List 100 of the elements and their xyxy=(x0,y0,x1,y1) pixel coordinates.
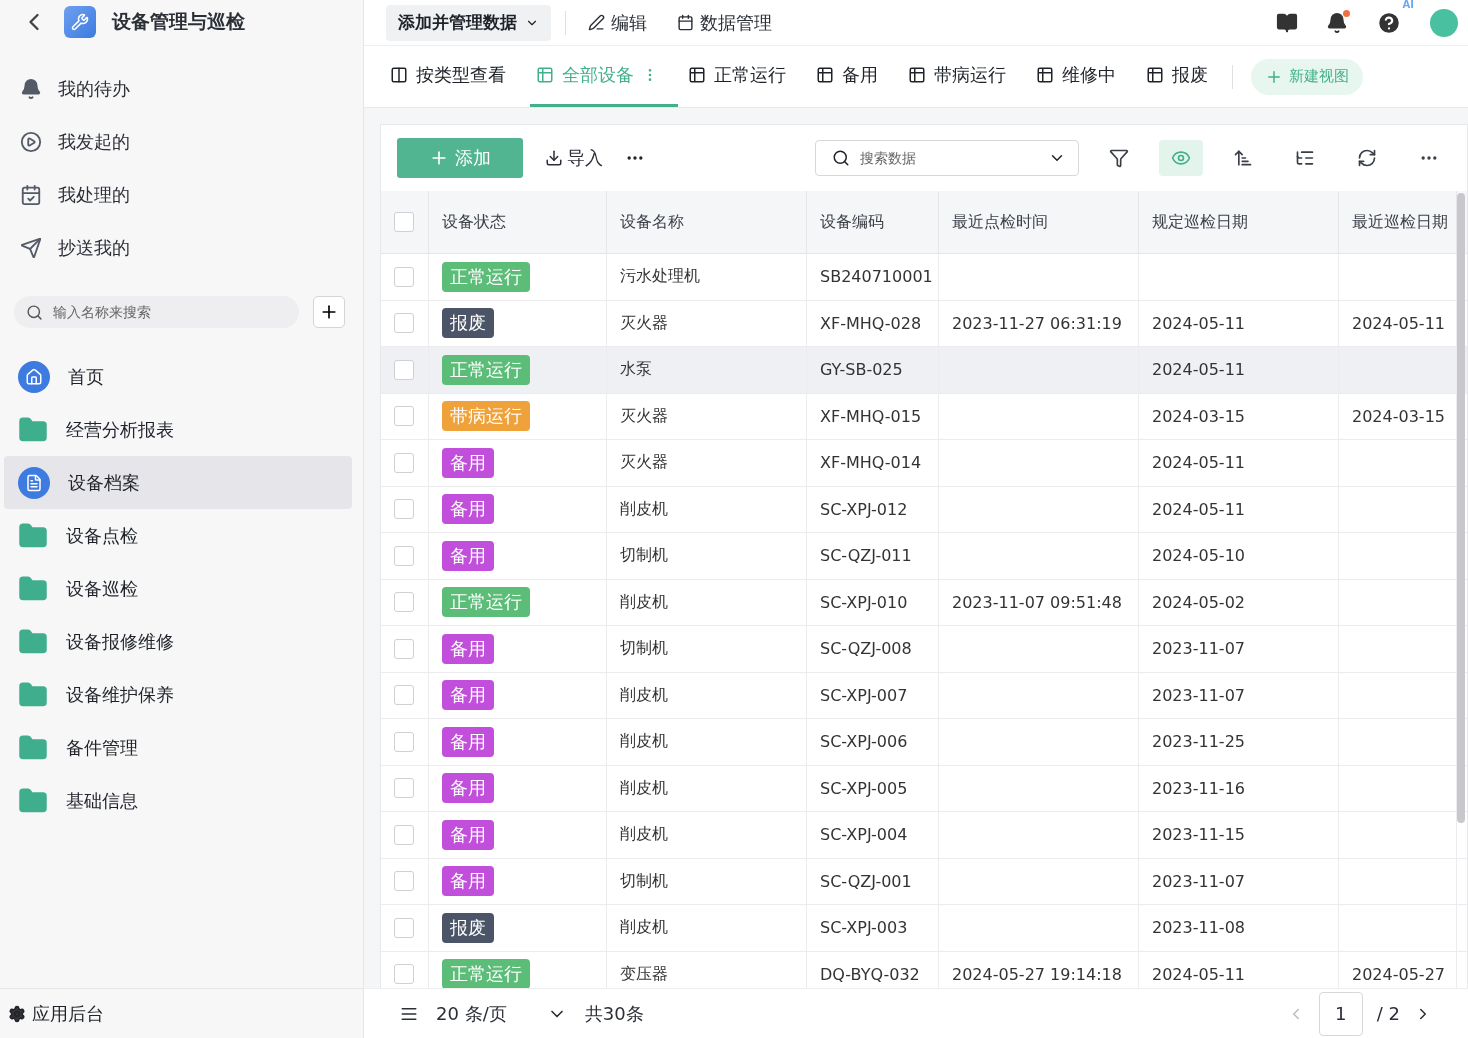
table-cell: 2024-05-02 xyxy=(1152,592,1245,612)
sidebar-search-field[interactable]: 输入名称来搜索 xyxy=(14,296,299,328)
settings-icon xyxy=(8,1004,26,1023)
row-checkbox[interactable] xyxy=(394,545,414,566)
select-all-checkbox[interactable] xyxy=(394,212,414,232)
view-tab[interactable]: 按类型查看 xyxy=(384,46,526,107)
table-cell: 2023-11-07 xyxy=(1152,639,1245,659)
table-cell: 2024-05-11 xyxy=(1152,499,1245,519)
view-tab[interactable]: 正常运行 xyxy=(682,46,806,107)
data-menu-button[interactable]: 添加并管理数据 xyxy=(386,4,551,41)
table-cell: 2024-05-10 xyxy=(1152,546,1245,566)
add-button[interactable] xyxy=(313,296,345,328)
page-size-select[interactable]: 20 条/页 xyxy=(436,1001,567,1026)
table-cell: 2023-11-27 06:31:19 xyxy=(952,313,1122,333)
table-cell: SC-XPJ-003 xyxy=(820,918,908,938)
status-tag: 正常运行 xyxy=(442,959,530,988)
status-tag: 备用 xyxy=(442,866,494,897)
table-cell: 切制机 xyxy=(620,545,668,567)
column-header[interactable]: 规定巡检日期 xyxy=(1152,211,1248,233)
row-checkbox[interactable] xyxy=(394,313,414,334)
row-checkbox[interactable] xyxy=(394,824,414,845)
nav-item[interactable]: 设备点检 xyxy=(66,523,138,548)
search-input[interactable]: 搜索数据 xyxy=(858,149,1040,167)
column-header[interactable]: 设备编码 xyxy=(820,211,884,233)
nav-item[interactable]: 设备维护保养 xyxy=(66,682,174,707)
table-row[interactable]: 正常运行 水泵 GY-SB-025 2024-05-11 xyxy=(381,347,1467,394)
quick-link[interactable]: 抄送我的 xyxy=(58,235,130,260)
table-cell: 变压器 xyxy=(620,963,668,985)
row-checkbox[interactable] xyxy=(394,638,414,659)
table-cell: SB240710001 xyxy=(820,267,933,287)
row-checkbox[interactable] xyxy=(394,917,414,938)
view-tab[interactable]: 带病运行 xyxy=(902,46,1026,107)
eye-icon[interactable] xyxy=(1159,140,1203,176)
row-checkbox[interactable] xyxy=(394,778,414,799)
table-cell: SC-XPJ-004 xyxy=(820,825,908,845)
table-search-field[interactable]: 搜索数据 xyxy=(815,140,1079,176)
status-tag: 报废 xyxy=(442,912,494,943)
nav-item[interactable]: 经营分析报表 xyxy=(66,417,174,442)
nav-item[interactable]: 设备报修维修 xyxy=(66,629,174,654)
column-header[interactable]: 最近点检时间 xyxy=(952,211,1048,233)
view-tab[interactable]: 备用 xyxy=(810,46,898,107)
view-tab[interactable]: 报废 xyxy=(1140,46,1228,107)
table-row[interactable]: 报废 削皮机 SC-XPJ-003 2023-11-08 xyxy=(381,905,1467,952)
import-button[interactable]: 导入 xyxy=(541,142,607,174)
nav-item[interactable]: 首页 xyxy=(68,364,104,389)
table-row[interactable]: 备用 削皮机 SC-XPJ-004 2023-11-15 xyxy=(381,812,1467,859)
row-checkbox[interactable] xyxy=(394,731,414,752)
nav-item[interactable]: 基础信息 xyxy=(66,788,138,813)
row-checkbox[interactable] xyxy=(394,406,414,427)
app-logo-icon xyxy=(64,6,96,38)
table-row[interactable]: 报废 灭火器 XF-MHQ-028 2023-11-27 06:31:19 2024-05-11 2024-05-11 xyxy=(381,300,1467,347)
table-row[interactable]: 正常运行 污水处理机 SB240710001 xyxy=(381,254,1467,301)
view-tab[interactable]: 维修中 xyxy=(1030,46,1136,107)
nav-item[interactable]: 设备巡检 xyxy=(66,576,138,601)
avatar[interactable] xyxy=(1430,8,1458,37)
nav-item[interactable]: 设备档案 xyxy=(68,470,140,495)
row-checkbox[interactable] xyxy=(394,592,414,613)
table-cell: 2024-05-11 xyxy=(1152,964,1245,984)
column-header[interactable]: 设备名称 xyxy=(620,211,684,233)
row-checkbox[interactable] xyxy=(394,266,414,287)
table-cell: 水泵 xyxy=(620,359,652,381)
quick-link[interactable]: 我处理的 xyxy=(58,182,130,207)
header-action[interactable]: 编辑 xyxy=(580,10,655,35)
table-row[interactable]: 正常运行 削皮机 SC-XPJ-010 2023-11-07 09:51:48 2024-05-02 xyxy=(381,579,1467,626)
notification-icon[interactable] xyxy=(1326,11,1348,34)
admin-link[interactable]: 应用后台 xyxy=(32,1001,104,1026)
column-header[interactable]: 最近巡检日期 xyxy=(1352,211,1448,233)
document-icon xyxy=(18,466,50,499)
table-row[interactable]: 备用 削皮机 SC-XPJ-012 2024-05-11 xyxy=(381,486,1467,533)
row-checkbox[interactable] xyxy=(394,964,414,985)
calendar-check-icon xyxy=(20,183,42,206)
row-checkbox[interactable] xyxy=(394,685,414,706)
status-tag: 报废 xyxy=(442,308,494,339)
table-cell: SC-XPJ-010 xyxy=(820,592,908,612)
search-input[interactable]: 输入名称来搜索 xyxy=(51,303,287,321)
table-row[interactable]: 备用 切制机 SC-QZJ-008 2023-11-07 xyxy=(381,626,1467,673)
row-checkbox[interactable] xyxy=(394,871,414,892)
header-action[interactable]: 数据管理 xyxy=(669,10,780,35)
table-cell: 削皮机 xyxy=(620,731,668,753)
bell-icon xyxy=(20,77,42,100)
table-row[interactable]: 带病运行 灭火器 XF-MHQ-015 2024-03-15 2024-03-15 xyxy=(381,393,1467,440)
table-cell: 2024-05-11 xyxy=(1152,453,1245,473)
quick-link[interactable]: 我发起的 xyxy=(58,129,130,154)
table-row[interactable]: 备用 削皮机 SC-XPJ-005 2023-11-16 xyxy=(381,765,1467,812)
table-row[interactable]: 备用 切制机 SC-QZJ-011 2024-05-10 xyxy=(381,533,1467,580)
table-row[interactable]: 备用 削皮机 SC-XPJ-007 2023-11-07 xyxy=(381,672,1467,719)
page-input[interactable]: 1 xyxy=(1318,991,1363,1036)
table-row[interactable]: 备用 切制机 SC-QZJ-001 2023-11-07 xyxy=(381,858,1467,905)
status-tag: 备用 xyxy=(442,773,494,804)
send-icon xyxy=(20,236,42,259)
row-checkbox[interactable] xyxy=(394,359,414,380)
nav-item[interactable]: 备件管理 xyxy=(66,735,138,760)
quick-link[interactable]: 我的待办 xyxy=(58,76,130,101)
table-icon xyxy=(1036,66,1054,84)
table-row[interactable]: 备用 削皮机 SC-XPJ-006 2023-11-25 xyxy=(381,719,1467,766)
row-checkbox[interactable] xyxy=(394,499,414,520)
column-header[interactable]: 设备状态 xyxy=(442,211,506,233)
table-row[interactable]: 备用 灭火器 XF-MHQ-014 2024-05-11 xyxy=(381,440,1467,487)
row-checkbox[interactable] xyxy=(394,452,414,473)
book-icon[interactable] xyxy=(1276,11,1298,34)
